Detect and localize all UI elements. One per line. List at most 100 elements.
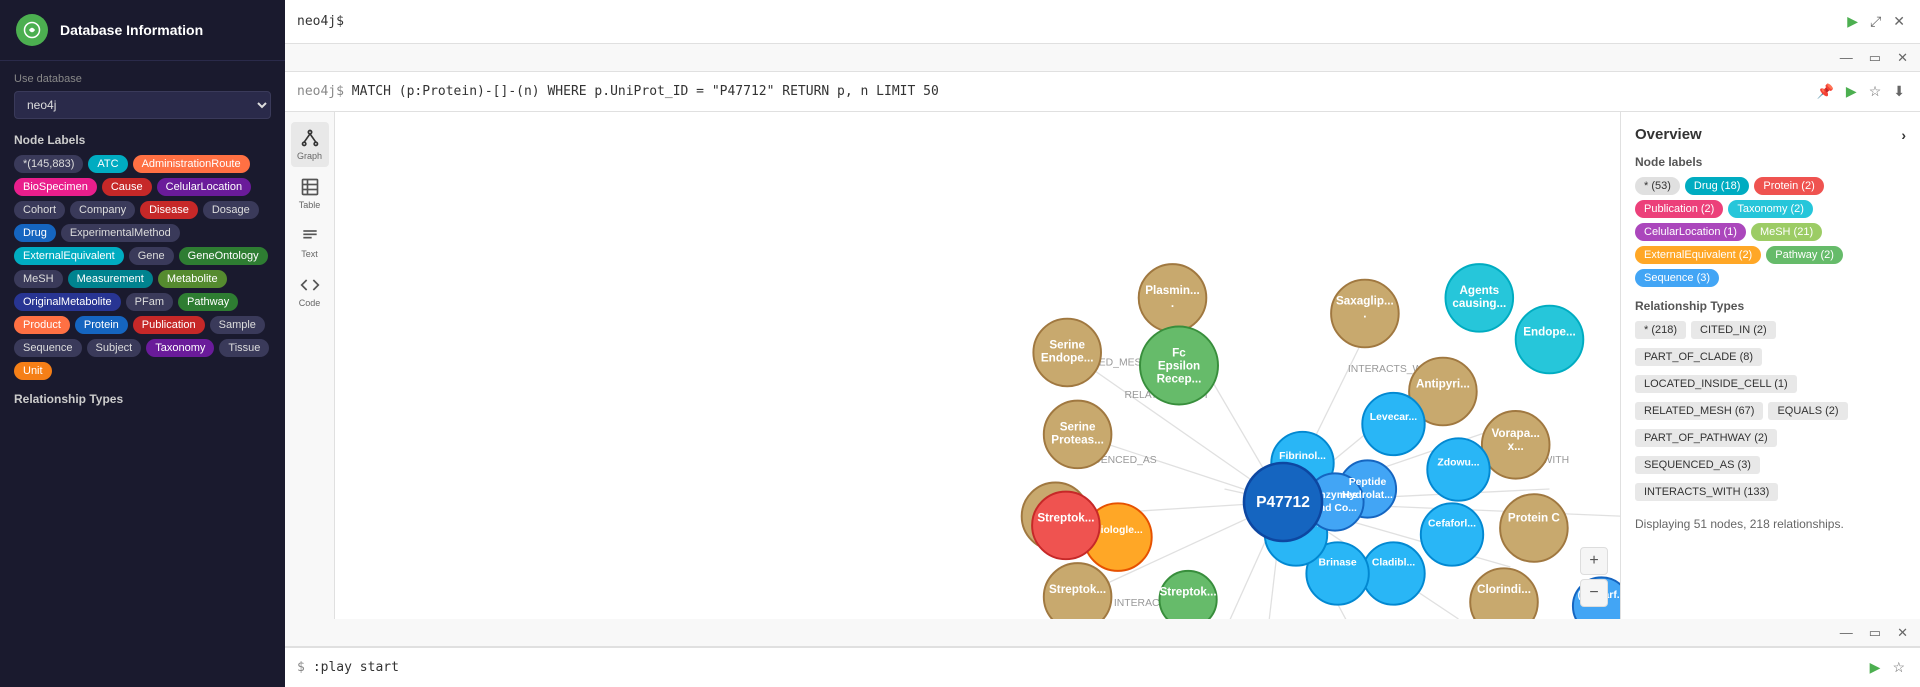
- text-panel-btn[interactable]: Text: [291, 220, 329, 265]
- tag-sample[interactable]: Sample: [210, 316, 265, 334]
- tag-all[interactable]: *(145,883): [14, 155, 83, 173]
- content-area: Graph Table Text: [285, 112, 1920, 619]
- svg-text:Clorindi...: Clorindi...: [1477, 583, 1531, 596]
- ov-tag-taxonomy[interactable]: Taxonomy (2): [1728, 200, 1813, 218]
- tag-sequence[interactable]: Sequence: [14, 339, 82, 357]
- ov-tag-pathway[interactable]: Pathway (2): [1766, 246, 1843, 264]
- database-select[interactable]: neo4j: [14, 91, 271, 119]
- ov-tag-protein[interactable]: Protein (2): [1754, 177, 1823, 195]
- bottom-minimize-icon[interactable]: —: [1836, 623, 1857, 642]
- graph-panel-btn[interactable]: Graph: [291, 122, 329, 167]
- tag-external-equivalent[interactable]: ExternalEquivalent: [14, 247, 124, 265]
- ov-tag-all[interactable]: * (53): [1635, 177, 1680, 195]
- rel-cited-in[interactable]: CITED_IN (2): [1691, 321, 1776, 339]
- tag-subject[interactable]: Subject: [87, 339, 142, 357]
- rel-interacts-with[interactable]: INTERACTS_WITH (133): [1635, 483, 1778, 501]
- svg-text:Streptok...: Streptok...: [1037, 512, 1094, 525]
- bottom-input[interactable]: [313, 660, 1859, 675]
- tag-dosage[interactable]: Dosage: [203, 201, 259, 219]
- tag-protein[interactable]: Protein: [75, 316, 128, 334]
- overview-panel: Overview › Node labels * (53) Drug (18) …: [1620, 112, 1920, 619]
- expand-button[interactable]: ⤢: [1867, 10, 1884, 33]
- query-play-button[interactable]: ▶: [1843, 80, 1860, 103]
- tag-cause[interactable]: Cause: [102, 178, 152, 196]
- table-panel-btn[interactable]: Table: [291, 171, 329, 216]
- svg-text:causing...: causing...: [1452, 297, 1506, 310]
- query-download-icon[interactable]: ⬇: [1890, 80, 1908, 103]
- overview-expand-icon[interactable]: ›: [1901, 127, 1906, 143]
- tag-taxonomy[interactable]: Taxonomy: [146, 339, 214, 357]
- zoom-out-button[interactable]: −: [1580, 579, 1608, 607]
- tag-unit[interactable]: Unit: [14, 362, 52, 380]
- svg-text:Streptok...: Streptok...: [1049, 583, 1106, 596]
- ov-tag-mesh[interactable]: MeSH (21): [1751, 223, 1822, 241]
- svg-text:Recep...: Recep...: [1157, 372, 1202, 385]
- node-labels-container: *(145,883) ATC AdministrationRoute BioSp…: [14, 155, 271, 380]
- tag-company[interactable]: Company: [70, 201, 135, 219]
- tag-experimental-method[interactable]: ExperimentalMethod: [61, 224, 180, 242]
- tag-pfam[interactable]: PFam: [126, 293, 173, 311]
- tag-mesh[interactable]: MeSH: [14, 270, 63, 288]
- tag-gene[interactable]: Gene: [129, 247, 174, 265]
- play-button[interactable]: ▶: [1844, 10, 1861, 33]
- svg-text:Fibrinol...: Fibrinol...: [1279, 451, 1326, 462]
- query-star-icon[interactable]: ☆: [1866, 80, 1885, 103]
- tag-atc[interactable]: ATC: [88, 155, 127, 173]
- overview-title: Overview ›: [1635, 126, 1906, 143]
- minimize-icon[interactable]: —: [1836, 48, 1857, 67]
- svg-text:Proteas...: Proteas...: [1051, 434, 1104, 447]
- query-text: neo4j$ MATCH (p:Protein)-[]-(n) WHERE p.…: [297, 84, 1805, 99]
- code-label: Code: [299, 298, 321, 308]
- sidebar-content: Use database neo4j Node Labels *(145,883…: [0, 61, 285, 687]
- tag-measurement[interactable]: Measurement: [68, 270, 153, 288]
- ov-tag-drug[interactable]: Drug (18): [1685, 177, 1749, 195]
- bottom-restore-icon[interactable]: ▭: [1865, 623, 1885, 643]
- bottom-close-icon[interactable]: ✕: [1893, 623, 1912, 643]
- top-bar-input[interactable]: [297, 14, 1836, 29]
- bottom-star-button[interactable]: ☆: [1889, 656, 1908, 679]
- close-icon[interactable]: ✕: [1893, 48, 1912, 68]
- text-label: Text: [301, 249, 318, 259]
- tag-publication[interactable]: Publication: [133, 316, 205, 334]
- tag-tissue[interactable]: Tissue: [219, 339, 269, 357]
- svg-text:Protein C: Protein C: [1508, 512, 1561, 525]
- bottom-play-button[interactable]: ▶: [1867, 656, 1884, 679]
- tag-metabolite[interactable]: Metabolite: [158, 270, 227, 288]
- rel-all[interactable]: * (218): [1635, 321, 1686, 339]
- tag-celular-location[interactable]: CelularLocation: [157, 178, 251, 196]
- rel-part-of-pathway[interactable]: PART_OF_PATHWAY (2): [1635, 429, 1777, 447]
- code-panel-btn[interactable]: Code: [291, 269, 329, 314]
- ov-tag-external-equivalent[interactable]: ExternalEquivalent (2): [1635, 246, 1761, 264]
- close-button[interactable]: ✕: [1890, 10, 1908, 33]
- rel-equals[interactable]: EQUALS (2): [1768, 402, 1847, 420]
- restore-icon[interactable]: ▭: [1865, 48, 1885, 68]
- svg-text:Epsilon: Epsilon: [1158, 359, 1200, 372]
- main-area: ▶ ⤢ ✕ — ▭ ✕ neo4j$ MATCH (p:Protein)-[]-…: [285, 0, 1920, 687]
- tag-biospecimen[interactable]: BioSpecimen: [14, 178, 97, 196]
- tag-cohort[interactable]: Cohort: [14, 201, 65, 219]
- rel-part-of-clade[interactable]: PART_OF_CLADE (8): [1635, 348, 1762, 366]
- query-match: MATCH (p:Protein)-[]-(n) WHERE p.UniProt…: [352, 84, 939, 99]
- rel-sequenced-as[interactable]: SEQUENCED_AS (3): [1635, 456, 1760, 474]
- rel-located-inside-cell[interactable]: LOCATED_INSIDE_CELL (1): [1635, 375, 1797, 393]
- tag-drug[interactable]: Drug: [14, 224, 56, 242]
- svg-text:Vorapa...: Vorapa...: [1491, 427, 1540, 440]
- query-pin-icon[interactable]: 📌: [1813, 80, 1836, 103]
- tag-original-metabolite[interactable]: OriginalMetabolite: [14, 293, 121, 311]
- tag-admin-route[interactable]: AdministrationRoute: [133, 155, 250, 173]
- graph-area[interactable]: RELATED_MESH RELATED_MESH SEQUENCED_AS I…: [335, 112, 1620, 619]
- rel-related-mesh[interactable]: RELATED_MESH (67): [1635, 402, 1763, 420]
- zoom-in-button[interactable]: +: [1580, 547, 1608, 575]
- tag-disease[interactable]: Disease: [140, 201, 198, 219]
- tag-gene-ontology[interactable]: GeneOntology: [179, 247, 268, 265]
- tag-pathway[interactable]: Pathway: [178, 293, 238, 311]
- ov-tag-celular-location[interactable]: CelularLocation (1): [1635, 223, 1746, 241]
- tag-product[interactable]: Product: [14, 316, 70, 334]
- svg-text:Zdowu...: Zdowu...: [1437, 458, 1479, 469]
- svg-text:.: .: [1363, 307, 1366, 320]
- svg-text:Antipyri...: Antipyri...: [1416, 378, 1470, 391]
- ov-tag-sequence[interactable]: Sequence (3): [1635, 269, 1719, 287]
- ov-tag-publication[interactable]: Publication (2): [1635, 200, 1723, 218]
- svg-text:Serine: Serine: [1049, 339, 1085, 352]
- svg-text:Levecar...: Levecar...: [1370, 412, 1417, 423]
